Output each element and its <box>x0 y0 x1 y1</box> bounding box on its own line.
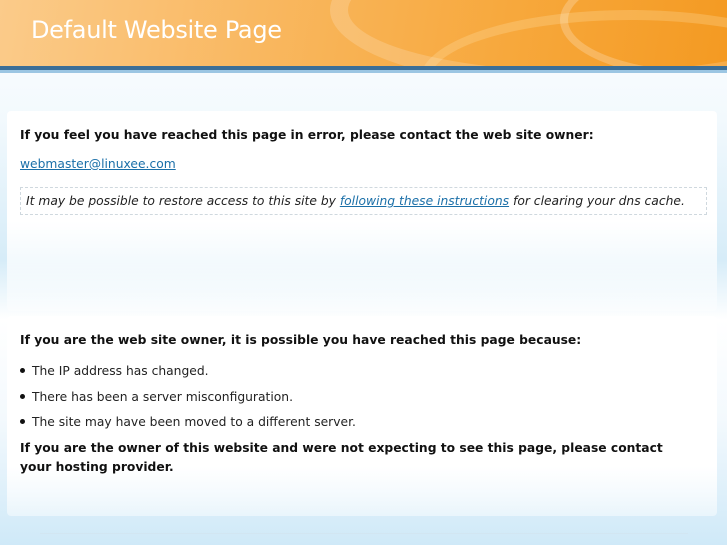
bullet-icon <box>20 419 25 424</box>
bullet-icon <box>20 368 25 373</box>
reasons-list: The IP address has changed. There has be… <box>20 362 356 439</box>
notice-text-after: for clearing your dns cache. <box>509 194 685 208</box>
footer-divider <box>40 533 688 534</box>
owner-footer-text: If you are the owner of this website and… <box>20 441 663 474</box>
site-owner-panel: If you are the web site owner, it is pos… <box>7 316 717 516</box>
error-heading: If you feel you have reached this page i… <box>20 128 594 142</box>
owner-heading: If you are the web site owner, it is pos… <box>20 333 582 347</box>
page-title: Default Website Page <box>31 16 282 44</box>
header-banner: Default Website Page <box>0 0 727 66</box>
reason-text: The site may have been moved to a differ… <box>32 415 356 429</box>
instructions-link[interactable]: following these instructions <box>340 194 509 208</box>
webmaster-email-link[interactable]: webmaster@linuxee.com <box>20 157 176 171</box>
reason-text: The IP address has changed. <box>32 364 209 378</box>
reason-text: There has been a server misconfiguration… <box>32 389 293 404</box>
list-item: The site may have been moved to a differ… <box>20 413 356 439</box>
bullet-icon <box>20 393 25 399</box>
error-contact-panel: If you feel you have reached this page i… <box>7 111 717 311</box>
notice-text-before: It may be possible to restore access to … <box>26 194 340 208</box>
dns-cache-notice: It may be possible to restore access to … <box>20 187 707 215</box>
list-item: There has been a server misconfiguration… <box>20 388 356 414</box>
header-divider-light <box>0 70 727 73</box>
list-item: The IP address has changed. <box>20 362 356 388</box>
